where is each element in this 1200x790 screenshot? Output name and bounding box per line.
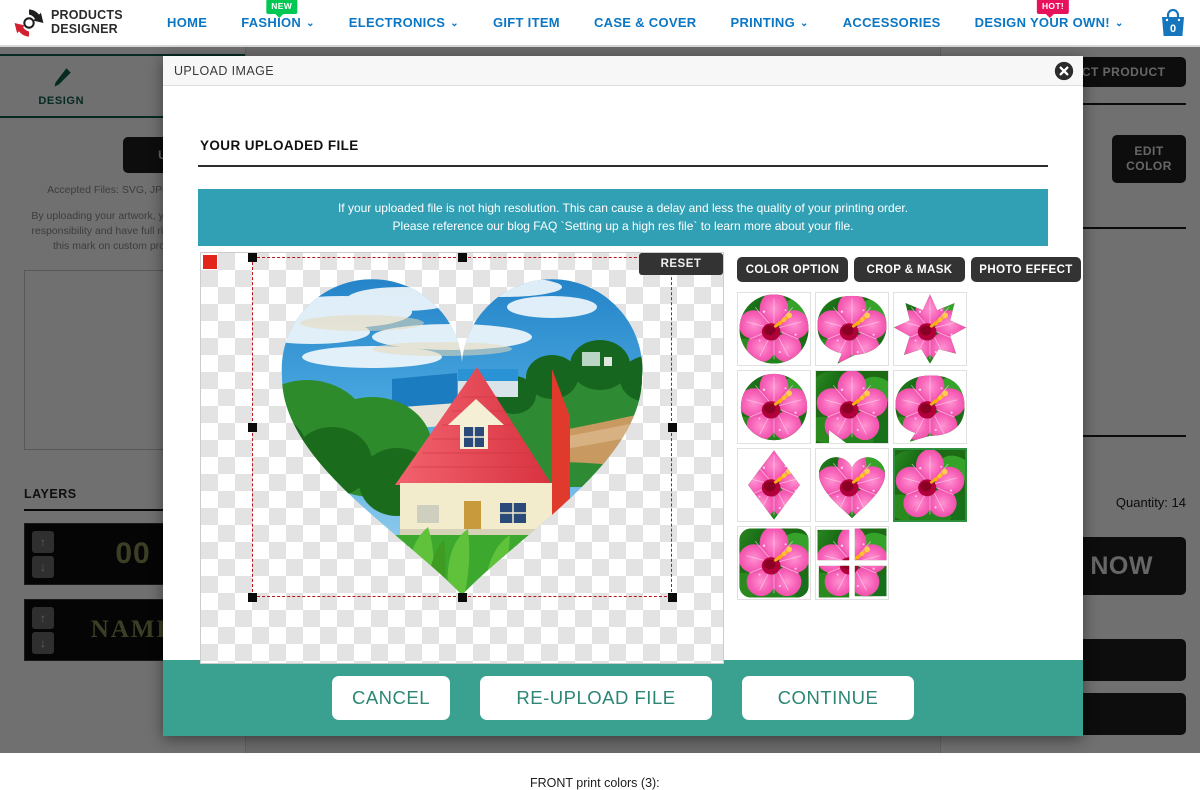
- origin-marker: [203, 255, 217, 269]
- image-edit-canvas[interactable]: RESET: [200, 252, 724, 664]
- nav-item-fashion[interactable]: NEWFASHION⌄: [224, 15, 332, 30]
- site-logo[interactable]: PRODUCTS DESIGNER: [12, 6, 132, 40]
- mask-option-corner-cut[interactable]: [815, 370, 889, 444]
- tab-color-option[interactable]: COLOR OPTION: [737, 257, 848, 282]
- upload-image-modal: UPLOAD IMAGE YOUR UPLOADED FILE If your …: [163, 56, 1083, 736]
- logo-text: PRODUCTS DESIGNER: [51, 9, 123, 36]
- nav-item-case-cover[interactable]: CASE & COVER: [577, 15, 714, 30]
- resize-handle-bottom-right[interactable]: [668, 593, 677, 602]
- chevron-down-icon: ⌄: [1115, 19, 1124, 29]
- logo-circular-arrow-icon: [12, 6, 46, 40]
- chevron-down-icon: ⌄: [450, 19, 459, 29]
- nav-item-gift-item[interactable]: GIFT ITEM: [476, 15, 577, 30]
- tab-crop-mask[interactable]: CROP & MASK: [854, 257, 965, 282]
- mask-option-speech-blob[interactable]: [815, 292, 889, 366]
- resize-handle-bottom-center[interactable]: [458, 593, 467, 602]
- front-print-colors-text: FRONT print colors (3):: [530, 776, 660, 790]
- mask-option-heart[interactable]: [815, 448, 889, 522]
- resize-handle-top-center[interactable]: [458, 253, 467, 262]
- top-navigation-bar: PRODUCTS DESIGNER HOMENEWFASHION⌄ELECTRO…: [0, 0, 1200, 47]
- main-menu: HOMENEWFASHION⌄ELECTRONICS⌄GIFT ITEMCASE…: [150, 15, 1146, 30]
- nav-item-label: ELECTRONICS: [349, 15, 445, 30]
- nav-item-label: HOME: [167, 15, 207, 30]
- nav-item-printing[interactable]: PRINTING ⌄: [714, 15, 826, 30]
- nav-item-design-your-own[interactable]: HOT!DESIGN YOUR OWN!⌄: [958, 15, 1141, 30]
- nav-item-label: GIFT ITEM: [493, 15, 560, 30]
- mask-option-diamond[interactable]: [737, 448, 811, 522]
- mask-option-circle[interactable]: [737, 292, 811, 366]
- resize-handle-bottom-left[interactable]: [248, 593, 257, 602]
- mask-option-circle-plain[interactable]: [737, 370, 811, 444]
- resolution-warning-banner: If your uploaded file is not high resolu…: [198, 189, 1048, 246]
- warning-line-2: Please reference our blog FAQ `Setting u…: [393, 219, 854, 234]
- nav-item-label: DESIGN YOUR OWN!: [975, 15, 1110, 30]
- shopping-bag-icon: 0: [1159, 8, 1187, 38]
- modal-footer: CANCEL RE-UPLOAD FILE CONTINUE: [163, 660, 1083, 736]
- warning-line-1: If your uploaded file is not high resolu…: [338, 201, 908, 216]
- nav-item-label: PRINTING: [731, 15, 796, 30]
- modal-title: UPLOAD IMAGE: [174, 64, 274, 78]
- mask-option-four-panel[interactable]: [815, 526, 889, 600]
- cart-button[interactable]: 0: [1146, 8, 1200, 38]
- nav-item-accessories[interactable]: ACCESSORIES: [826, 15, 958, 30]
- resize-handle-middle-right[interactable]: [668, 423, 677, 432]
- close-icon[interactable]: [1054, 61, 1074, 81]
- selection-bounding-box[interactable]: [252, 257, 672, 597]
- nav-item-home[interactable]: HOME: [150, 15, 224, 30]
- nav-item-label: CASE & COVER: [594, 15, 697, 30]
- mask-option-blob-tail[interactable]: [893, 370, 967, 444]
- uploaded-file-heading: YOUR UPLOADED FILE: [200, 138, 359, 153]
- logo-line-1: PRODUCTS: [51, 9, 123, 23]
- mask-option-square[interactable]: [893, 448, 967, 522]
- section-divider: [198, 165, 1048, 167]
- re-upload-file-button[interactable]: RE-UPLOAD FILE: [480, 676, 712, 720]
- cancel-button[interactable]: CANCEL: [332, 676, 450, 720]
- chevron-down-icon: ⌄: [306, 19, 315, 29]
- continue-button[interactable]: CONTINUE: [742, 676, 914, 720]
- resize-handle-top-left[interactable]: [248, 253, 257, 262]
- cart-count: 0: [1170, 23, 1176, 35]
- mask-option-flower-star[interactable]: [893, 292, 967, 366]
- nav-badge-new: NEW: [266, 0, 297, 14]
- logo-line-2: DESIGNER: [51, 23, 123, 37]
- resize-handle-middle-left[interactable]: [248, 423, 257, 432]
- modal-body: YOUR UPLOADED FILE If your uploaded file…: [163, 86, 1083, 660]
- modal-header: UPLOAD IMAGE: [163, 56, 1083, 86]
- tab-photo-effect[interactable]: PHOTO EFFECT: [971, 257, 1081, 282]
- mask-option-rounded-square[interactable]: [737, 526, 811, 600]
- reset-button[interactable]: RESET: [639, 253, 723, 275]
- nav-badge-hot: HOT!: [1037, 0, 1069, 14]
- nav-item-label: ACCESSORIES: [843, 15, 941, 30]
- nav-item-label: FASHION: [241, 15, 301, 30]
- nav-item-electronics[interactable]: ELECTRONICS ⌄: [332, 15, 476, 30]
- chevron-down-icon: ⌄: [800, 19, 809, 29]
